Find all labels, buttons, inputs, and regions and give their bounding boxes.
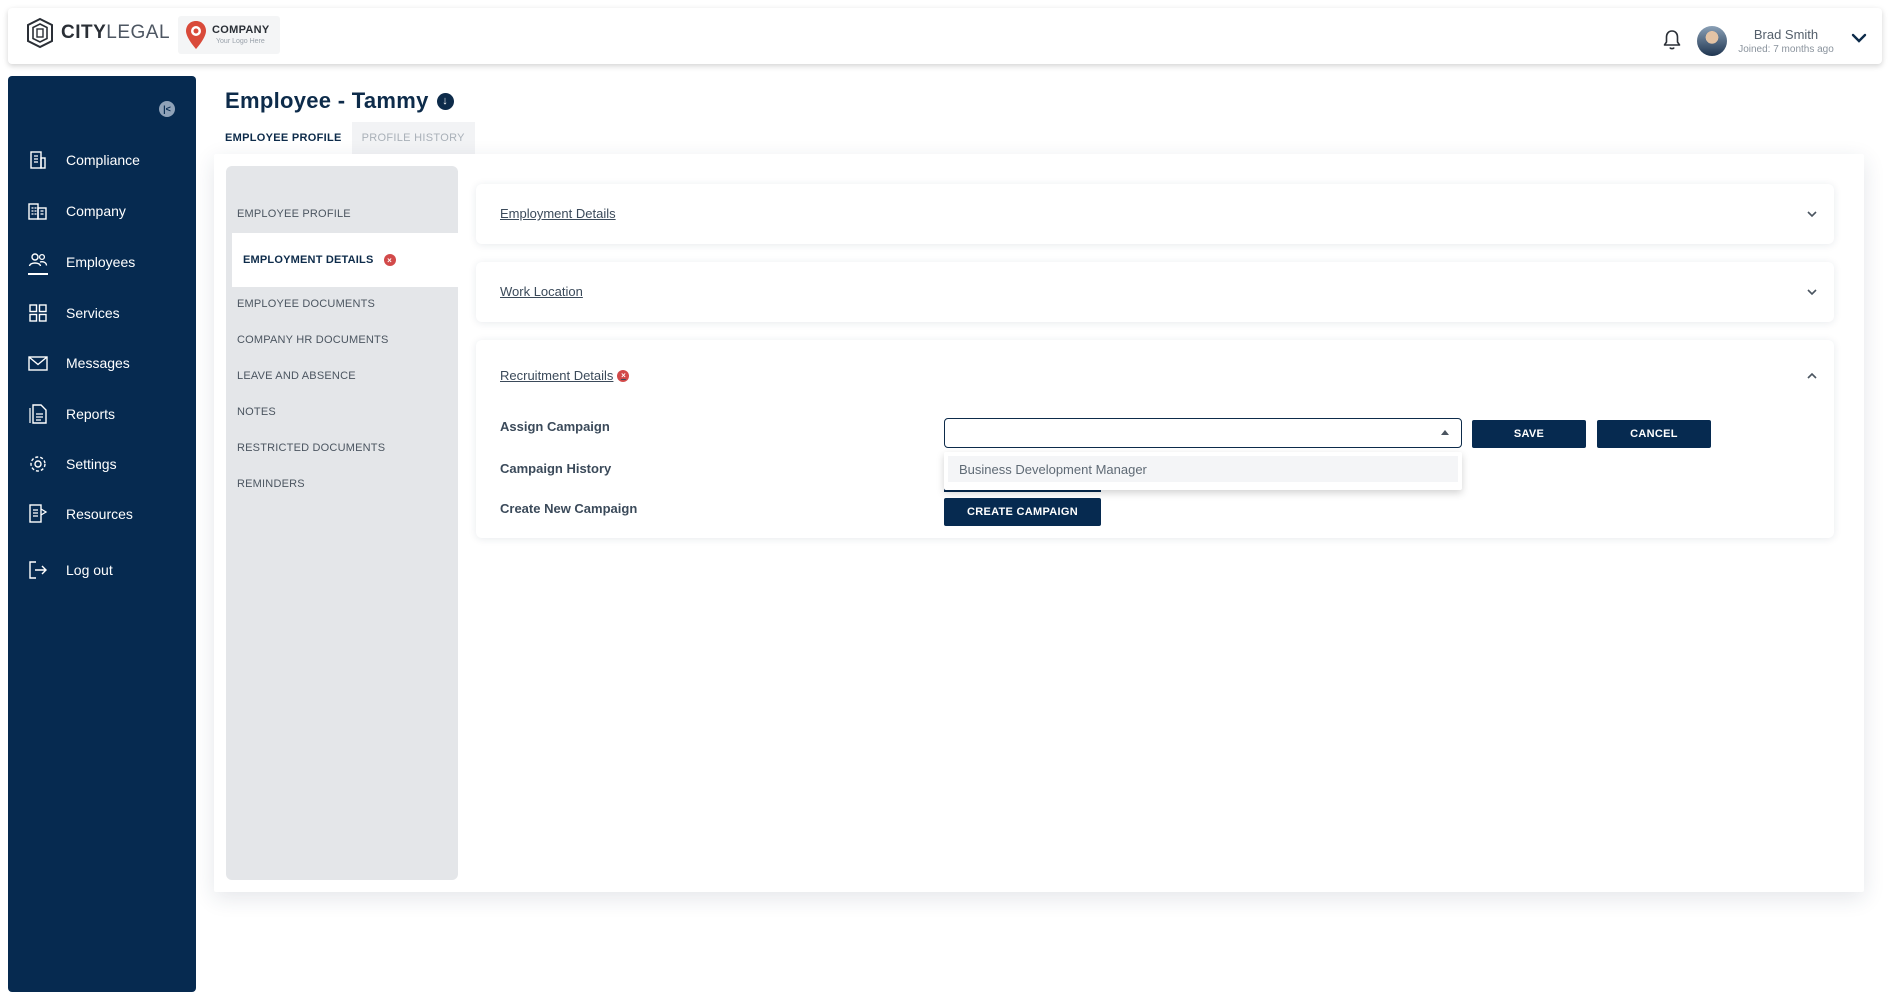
sidebar-item-compliance[interactable]: Compliance [28, 145, 188, 175]
tab-profile-history[interactable]: PROFILE HISTORY [351, 122, 475, 154]
section-title[interactable]: Work Location [500, 284, 583, 299]
profile-tabs: EMPLOYEE PROFILE PROFILE HISTORY [215, 122, 475, 154]
subnav-item-employment-details[interactable]: EMPLOYMENT DETAILS × [232, 233, 458, 287]
employee-subnav: EMPLOYEE PROFILE EMPLOYMENT DETAILS × EM… [226, 166, 458, 880]
sidebar-item-label: Employees [66, 254, 136, 270]
envelope-icon [28, 353, 48, 373]
resources-icon [28, 504, 48, 524]
sidebar-item-company[interactable]: Company [28, 196, 188, 226]
sidebar-item-label: Compliance [66, 152, 140, 168]
chevron-down-icon[interactable] [1851, 32, 1867, 44]
company-building-icon [28, 201, 48, 221]
company-subtitle: Your Logo Here [216, 38, 265, 45]
sidebar: |< Compliance Company Employees Services… [8, 76, 196, 992]
services-grid-icon [28, 303, 48, 323]
cancel-button[interactable]: CANCEL [1597, 420, 1711, 448]
sidebar-item-resources[interactable]: Resources [28, 499, 188, 529]
chevron-down-icon[interactable] [1806, 210, 1818, 218]
user-avatar[interactable] [1697, 26, 1727, 56]
tab-employee-profile[interactable]: EMPLOYEE PROFILE [215, 122, 352, 154]
logout-icon [28, 560, 48, 580]
section-employment-details[interactable]: Employment Details [476, 184, 1834, 244]
subnav-item-employee-documents[interactable]: EMPLOYEE DOCUMENTS [237, 298, 375, 310]
subnav-item-company-hr-documents[interactable]: COMPANY HR DOCUMENTS [237, 334, 389, 346]
company-logo: COMPANY Your Logo Here [178, 16, 280, 54]
campaign-dropdown: Business Development Manager [944, 452, 1462, 490]
compliance-icon [28, 150, 48, 170]
subnav-item-restricted-documents[interactable]: RESTRICTED DOCUMENTS [237, 442, 385, 454]
sidebar-item-reports[interactable]: Reports [28, 399, 188, 429]
create-campaign-button[interactable]: CREATE CAMPAIGN [944, 498, 1101, 526]
sidebar-item-employees[interactable]: Employees [28, 247, 188, 277]
brand-name: CITYLEGAL [61, 22, 171, 43]
top-header: CITYLEGAL COMPANY Your Logo Here Brad Sm… [8, 8, 1882, 64]
sidebar-item-settings[interactable]: Settings [28, 449, 188, 479]
caret-up-icon[interactable] [1441, 430, 1449, 435]
sidebar-item-label: Company [66, 203, 126, 219]
sidebar-item-messages[interactable]: Messages [28, 348, 188, 378]
sidebar-item-label: Settings [66, 456, 117, 472]
chevron-down-icon[interactable] [1806, 288, 1818, 296]
company-title: COMPANY [212, 24, 270, 36]
reports-icon [28, 404, 48, 424]
collapse-sidebar-icon[interactable]: |< [159, 101, 175, 117]
subnav-item-reminders[interactable]: REMINDERS [237, 478, 305, 490]
section-title[interactable]: Recruitment Details × [500, 368, 630, 383]
citylegal-logo-icon [27, 17, 53, 49]
chevron-up-icon[interactable] [1806, 372, 1818, 380]
assign-campaign-select[interactable] [944, 418, 1462, 448]
user-name: Brad Smith [1753, 27, 1819, 42]
location-pin-icon [186, 21, 206, 49]
error-icon: × [617, 369, 630, 382]
create-new-campaign-label: Create New Campaign [500, 501, 638, 516]
user-info[interactable]: Brad Smith Joined: 7 months ago [1726, 27, 1846, 55]
error-icon: × [383, 254, 396, 266]
page-title: Employee - Tammy ↓ [225, 88, 454, 114]
sidebar-item-services[interactable]: Services [28, 298, 188, 328]
subnav-item-label: EMPLOYMENT DETAILS [243, 254, 374, 266]
gear-icon [28, 454, 48, 474]
save-button[interactable]: SAVE [1472, 420, 1586, 448]
employees-icon [28, 249, 48, 275]
section-work-location[interactable]: Work Location [476, 262, 1834, 322]
citylegal-logo[interactable]: CITYLEGAL [25, 17, 170, 49]
sidebar-item-label: Services [66, 305, 120, 321]
sidebar-item-label: Log out [66, 562, 113, 578]
sidebar-item-label: Resources [66, 506, 133, 522]
campaign-history-label: Campaign History [500, 461, 612, 476]
subnav-item-notes[interactable]: NOTES [237, 406, 276, 418]
subnav-item-employee-profile[interactable]: EMPLOYEE PROFILE [237, 208, 351, 220]
sidebar-item-label: Messages [66, 355, 130, 371]
user-joined: Joined: 7 months ago [1738, 44, 1834, 55]
download-info-icon[interactable]: ↓ [436, 92, 454, 110]
assign-campaign-label: Assign Campaign [500, 419, 610, 434]
dropdown-option[interactable]: Business Development Manager [948, 456, 1458, 482]
sidebar-item-label: Reports [66, 406, 116, 422]
section-title[interactable]: Employment Details [500, 206, 616, 221]
notification-bell-icon[interactable] [1662, 29, 1682, 51]
sidebar-item-logout[interactable]: Log out [28, 555, 188, 585]
subnav-item-leave-and-absence[interactable]: LEAVE AND ABSENCE [237, 370, 356, 382]
